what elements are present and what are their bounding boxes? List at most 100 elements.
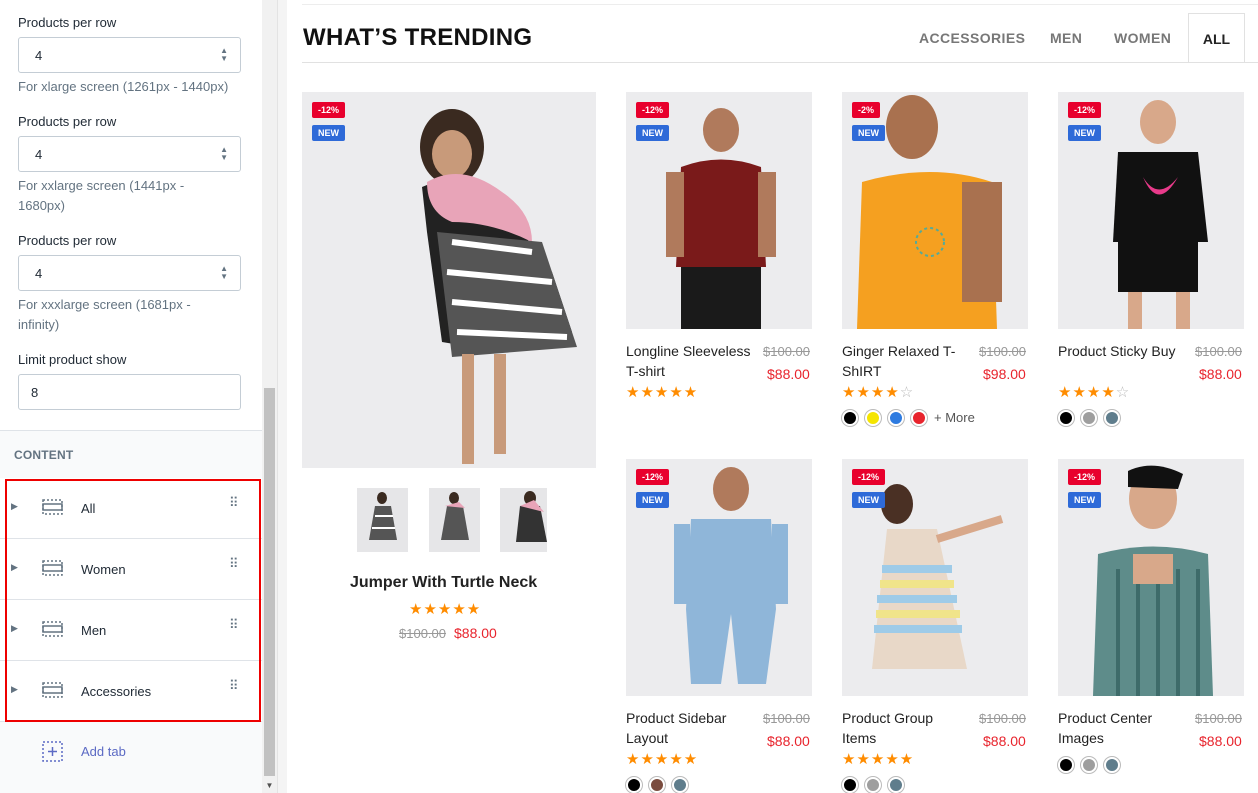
featured-thumbnail-1[interactable]	[357, 488, 408, 552]
section-block-icon	[42, 560, 63, 576]
section-heading: WHAT’S TRENDING	[303, 24, 533, 51]
color-swatch[interactable]	[672, 777, 688, 793]
select-arrows-icon: ▲ ▼	[220, 46, 228, 63]
color-swatch[interactable]	[1104, 757, 1120, 773]
filter-tab-all[interactable]: ALL	[1188, 13, 1245, 62]
content-tab-all[interactable]: ▶ All ⠿	[0, 478, 262, 539]
new-badge: NEW	[636, 125, 669, 141]
products-per-row-label: Products per row	[18, 15, 117, 30]
expand-caret-icon[interactable]: ▶	[11, 684, 18, 695]
products-per-row-select-xlarge[interactable]: 4 ▲ ▼	[18, 37, 241, 73]
filter-tab-women[interactable]: WOMEN	[1114, 30, 1171, 46]
scrollbar-thumb[interactable]	[264, 388, 275, 776]
color-swatch[interactable]	[888, 777, 904, 793]
sale-badge: -12%	[852, 469, 886, 485]
color-swatch[interactable]	[649, 777, 665, 793]
drag-handle-icon[interactable]: ⠿	[229, 618, 238, 631]
sale-badge: -12%	[312, 102, 346, 118]
featured-old-price: $100.00	[399, 626, 446, 641]
product-image[interactable]: -12% NEW	[626, 459, 812, 696]
help-text-xxxlarge: For xxxlarge screen (1681px - infinity)	[18, 297, 191, 332]
help-text-xlarge: For xlarge screen (1261px - 1440px)	[18, 79, 229, 94]
drag-handle-icon[interactable]: ⠿	[229, 496, 238, 509]
product-image[interactable]: -12% NEW	[842, 459, 1028, 696]
color-swatch[interactable]	[1058, 410, 1074, 426]
scroll-down-arrow-icon[interactable]: ▼	[262, 778, 277, 793]
color-swatch[interactable]	[911, 410, 927, 426]
expand-caret-icon[interactable]: ▶	[11, 562, 18, 573]
featured-thumbnail-2[interactable]	[429, 488, 480, 552]
product-name[interactable]: Product Sidebar Layout	[626, 709, 754, 748]
limit-product-input[interactable]: 8	[18, 374, 241, 410]
product-name[interactable]: Product Center Images	[1058, 709, 1186, 748]
sidebar-scrollbar[interactable]: ▼	[262, 0, 277, 793]
help-text-xxlarge: For xxlarge screen (1441px - 1680px)	[18, 178, 185, 213]
product-name[interactable]: Longline Sleeveless T-shirt	[626, 342, 754, 381]
filter-tab-accessories[interactable]: ACCESSORIES	[919, 30, 1025, 46]
new-badge: NEW	[852, 492, 885, 508]
drag-handle-icon[interactable]: ⠿	[229, 679, 238, 692]
select-arrows-icon: ▲ ▼	[220, 145, 228, 162]
color-swatch[interactable]	[842, 410, 858, 426]
color-swatch[interactable]	[842, 777, 858, 793]
new-badge: NEW	[852, 125, 885, 141]
content-tab-accessories[interactable]: ▶ Accessories ⠿	[0, 661, 262, 722]
new-price: $88.00	[1199, 366, 1242, 382]
rating-stars: ★★★★★	[626, 751, 699, 768]
content-tab-label: Accessories	[81, 684, 152, 699]
color-swatch[interactable]	[1081, 757, 1097, 773]
product-name[interactable]: Ginger Relaxed T-ShIRT	[842, 342, 970, 381]
store-preview: WHAT’S TRENDING ACCESSORIES MEN WOMEN AL…	[287, 0, 1258, 793]
featured-product-image[interactable]: -12% NEW	[302, 92, 596, 468]
product-image[interactable]: -12% NEW	[626, 92, 812, 329]
color-swatch[interactable]	[1058, 757, 1074, 773]
old-price: $100.00	[763, 711, 810, 726]
products-per-row-select-xxxlarge[interactable]: 4 ▲ ▼	[18, 255, 241, 291]
product-name[interactable]: Product Group Items	[842, 709, 970, 748]
content-tab-men[interactable]: ▶ Men ⠿	[0, 600, 262, 661]
featured-thumbnail-3[interactable]	[500, 488, 547, 552]
add-tab-icon[interactable]	[42, 741, 63, 762]
sale-badge: -2%	[852, 102, 881, 118]
product-image[interactable]: -2% NEW	[842, 92, 1028, 329]
new-badge: NEW	[312, 125, 345, 141]
product-image[interactable]: -12% NEW	[1058, 459, 1244, 696]
products-per-row-select-xxlarge[interactable]: 4 ▲ ▼	[18, 136, 241, 172]
new-price: $88.00	[767, 733, 810, 749]
featured-product-name[interactable]: Jumper With Turtle Neck	[350, 574, 537, 592]
section-block-icon	[42, 621, 63, 637]
content-tab-label: Women	[81, 562, 126, 577]
rating-stars: ★★★★☆	[842, 384, 915, 401]
model-dress-figure	[420, 109, 577, 464]
old-price: $100.00	[979, 344, 1026, 359]
color-swatch[interactable]	[1081, 410, 1097, 426]
filter-tab-men[interactable]: MEN	[1050, 30, 1082, 46]
expand-caret-icon[interactable]: ▶	[11, 623, 18, 634]
expand-caret-icon[interactable]: ▶	[11, 501, 18, 512]
content-tab-women[interactable]: ▶ Women ⠿	[0, 539, 262, 600]
featured-rating-stars: ★★★★★	[409, 601, 482, 618]
products-per-row-label: Products per row	[18, 114, 117, 129]
product-image[interactable]: -12% NEW	[1058, 92, 1244, 329]
more-colors-link[interactable]: + More	[934, 410, 975, 425]
color-swatch[interactable]	[865, 410, 881, 426]
color-swatch[interactable]	[626, 777, 642, 793]
new-price: $88.00	[767, 366, 810, 382]
old-price: $100.00	[979, 711, 1026, 726]
color-swatch[interactable]	[888, 410, 904, 426]
limit-product-value: 8	[31, 385, 39, 400]
product-name[interactable]: Product Sticky Buy	[1058, 342, 1186, 362]
color-swatch[interactable]	[865, 777, 881, 793]
tabs-underline	[302, 62, 1258, 63]
new-badge: NEW	[1068, 492, 1101, 508]
rating-stars: ★★★★☆	[1058, 384, 1131, 401]
content-tab-label: Men	[81, 623, 107, 638]
add-tab-button[interactable]: Add tab	[81, 744, 126, 759]
old-price: $100.00	[1195, 344, 1242, 359]
color-swatch[interactable]	[1104, 410, 1120, 426]
sale-badge: -12%	[636, 102, 670, 118]
new-badge: NEW	[636, 492, 669, 508]
new-badge: NEW	[1068, 125, 1101, 141]
drag-handle-icon[interactable]: ⠿	[229, 557, 238, 570]
products-per-row-label: Products per row	[18, 233, 117, 248]
